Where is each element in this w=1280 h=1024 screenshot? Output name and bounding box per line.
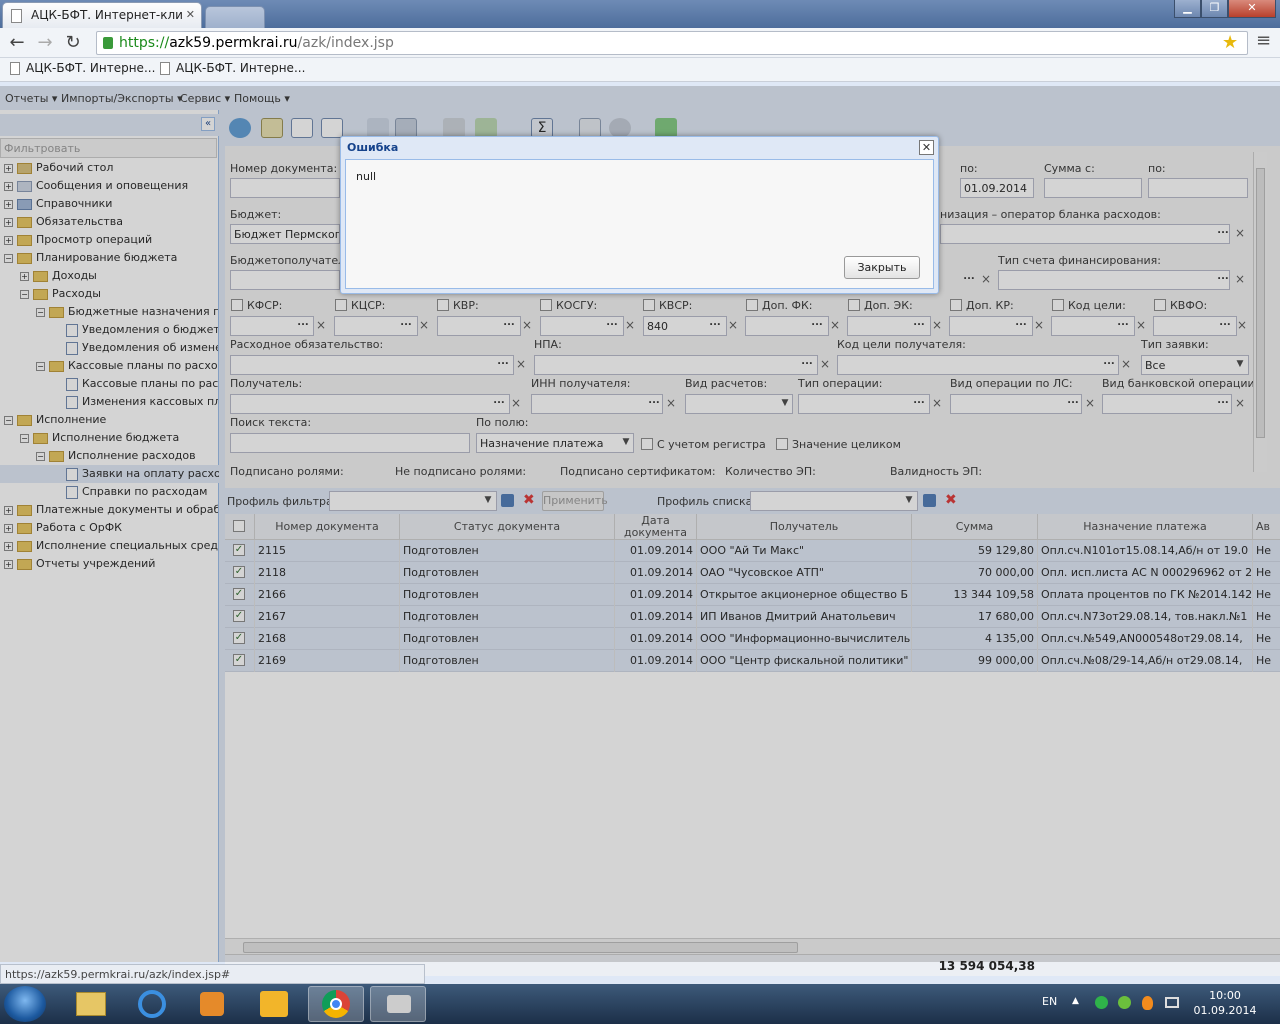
- address-bar[interactable]: https://azk59.permkrai.ru/azk/index.jsp: [96, 31, 1248, 55]
- tray-flame-icon[interactable]: [1142, 996, 1153, 1010]
- page-icon: [10, 62, 20, 75]
- tray-antivirus-icon[interactable]: [1118, 996, 1131, 1009]
- status-url: https://azk59.permkrai.ru/azk/index.jsp#: [0, 964, 425, 984]
- tray-app-icon[interactable]: [1095, 996, 1108, 1009]
- close-icon[interactable]: ✕: [919, 140, 934, 155]
- bookmark-item[interactable]: АЦК-БФТ. Интерне...: [158, 61, 305, 75]
- back-icon[interactable]: ←: [6, 32, 28, 54]
- page-icon: [11, 9, 22, 23]
- lock-icon: [103, 37, 113, 49]
- tray-expand-icon[interactable]: ▲: [1072, 996, 1079, 1006]
- bookmark-item[interactable]: АЦК-БФТ. Интерне...: [8, 61, 155, 75]
- close-window-button[interactable]: ✕: [1228, 0, 1276, 18]
- bookmark-label: АЦК-БФТ. Интерне...: [176, 61, 306, 75]
- browser-tab[interactable]: АЦК-БФТ. Интернет-кли ✕: [2, 2, 202, 28]
- browser-menu-icon[interactable]: ≡: [1256, 30, 1271, 51]
- clock-date: 01.09.2014: [1193, 1004, 1257, 1017]
- start-button[interactable]: [4, 986, 46, 1022]
- tray-network-icon[interactable]: [1165, 997, 1179, 1008]
- language-indicator[interactable]: EN: [1042, 995, 1057, 1008]
- close-dialog-button[interactable]: Закрыть: [844, 256, 920, 279]
- minimize-button[interactable]: ▁: [1174, 0, 1201, 18]
- chrome-icon[interactable]: [308, 986, 364, 1022]
- dialog-body: null Закрыть: [345, 159, 934, 289]
- explorer-icon[interactable]: [62, 986, 118, 1022]
- tab-title: АЦК-БФТ. Интернет-кли: [31, 8, 183, 22]
- bookmarks-bar: АЦК-БФТ. Интерне... АЦК-БФТ. Интерне...: [0, 58, 1280, 82]
- url-host: azk59.permkrai.ru: [169, 35, 298, 51]
- clock[interactable]: 10:00 01.09.2014: [1190, 988, 1260, 1018]
- reload-icon[interactable]: ↻: [62, 32, 84, 54]
- browser-toolbar: ← → ↻ https://azk59.permkrai.ru/azk/inde…: [0, 28, 1280, 58]
- url-scheme: https://: [119, 35, 170, 51]
- outlook-icon[interactable]: [246, 986, 302, 1022]
- maximize-button[interactable]: ❐: [1201, 0, 1228, 18]
- bookmark-label: АЦК-БФТ. Интерне...: [26, 61, 156, 75]
- taskbar: EN ▲ 10:00 01.09.2014: [0, 984, 1280, 1024]
- error-dialog: Ошибка ✕ null Закрыть: [340, 136, 939, 294]
- close-tab-icon[interactable]: ✕: [186, 8, 195, 21]
- bookmark-star-icon[interactable]: ★: [1222, 32, 1238, 53]
- media-player-icon[interactable]: [184, 986, 240, 1022]
- page-icon: [160, 62, 170, 75]
- url-path: /azk/index.jsp: [297, 35, 394, 51]
- dialog-title: Ошибка: [347, 141, 399, 154]
- window-titlebar: АЦК-БФТ. Интернет-кли ✕ ▁ ❐ ✕: [0, 0, 1280, 28]
- clock-time: 10:00: [1209, 989, 1241, 1002]
- new-tab-button[interactable]: [205, 6, 265, 28]
- forward-icon[interactable]: →: [34, 32, 56, 54]
- error-message: null: [356, 170, 377, 183]
- internet-explorer-icon[interactable]: [124, 986, 180, 1022]
- app-icon[interactable]: [370, 986, 426, 1022]
